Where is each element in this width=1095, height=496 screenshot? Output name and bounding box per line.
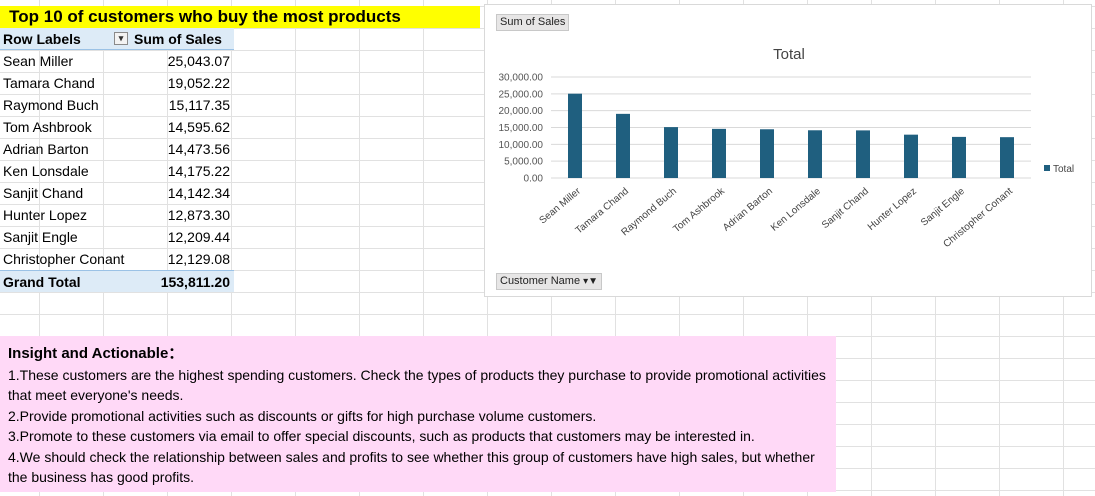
sales-value-cell: 19,052.22 xyxy=(167,75,230,91)
customer-name-cell: Raymond Buch xyxy=(3,97,99,113)
sales-value-cell: 14,473.56 xyxy=(167,141,230,157)
insight-box[interactable]: Insight and Actionable： 1.These customer… xyxy=(0,336,836,492)
sales-value-cell: 14,595.62 xyxy=(167,119,230,135)
sales-value-cell: 25,043.07 xyxy=(167,53,230,69)
customer-name-cell: Sanjit Chand xyxy=(3,185,84,201)
bar xyxy=(760,129,774,178)
insight-line-2: 2.Provide promotional activities such as… xyxy=(8,407,597,424)
sheet-title[interactable]: Top 10 of customers who buy the most pro… xyxy=(0,6,480,28)
table-row[interactable]: Adrian Barton 14,473.56 xyxy=(0,138,234,160)
grand-total-value: 153,811.20 xyxy=(160,274,230,290)
sales-value-cell: 15,117.35 xyxy=(168,97,230,113)
sheet-title-text: Top 10 of customers who buy the most pro… xyxy=(9,7,401,26)
customer-name-cell: Adrian Barton xyxy=(3,141,89,157)
row-labels-header: Row Labels xyxy=(3,31,81,47)
x-tick-label: Hunter Lopez xyxy=(866,186,919,233)
bar xyxy=(952,136,966,178)
sales-value-cell: 14,175.22 xyxy=(167,163,230,179)
table-row[interactable]: Ken Lonsdale 14,175.22 xyxy=(0,160,234,182)
customer-name-cell: Ken Lonsdale xyxy=(3,163,89,179)
x-tick-label: Ken Lonsdale xyxy=(769,186,823,234)
bar xyxy=(664,127,678,178)
sales-value-cell: 12,129.08 xyxy=(167,251,230,267)
table-row[interactable]: Sanjit Chand 14,142.34 xyxy=(0,182,234,204)
bar xyxy=(568,93,582,178)
customer-name-cell: Tamara Chand xyxy=(3,75,95,91)
table-row[interactable]: Tom Ashbrook 14,595.62 xyxy=(0,116,234,138)
customer-name-cell: Hunter Lopez xyxy=(3,207,88,223)
y-tick-label: 5,000.00 xyxy=(504,157,543,168)
insight-heading: Insight and Actionable： xyxy=(8,345,184,362)
customer-name-cell: Sean Miller xyxy=(3,53,74,69)
sales-value-cell: 12,873.30 xyxy=(167,207,230,223)
table-row[interactable]: Tamara Chand 19,052.22 xyxy=(0,72,234,94)
table-row[interactable]: Christopher Conant 12,129.08 xyxy=(0,248,234,270)
sales-value-cell: 12,209.44 xyxy=(167,229,230,245)
table-row[interactable]: Hunter Lopez 12,873.30 xyxy=(0,204,234,226)
x-tick-label: Sanjit Chand xyxy=(820,186,871,231)
table-row[interactable]: Raymond Buch 15,117.35 xyxy=(0,94,234,116)
sum-of-sales-header: Sum of Sales xyxy=(134,31,222,47)
pivot-chart[interactable]: Sum of Sales Customer Name ▾▼ Total 0.00 5… xyxy=(484,4,1092,297)
legend-label: Total xyxy=(1053,164,1074,175)
bar xyxy=(712,128,726,178)
legend-swatch xyxy=(1044,165,1050,171)
y-tick-label: 0.00 xyxy=(524,174,544,185)
table-row[interactable]: Sean Miller 25,043.07 xyxy=(0,50,234,72)
grand-total-row[interactable]: Grand Total 153,811.20 xyxy=(0,270,234,292)
pivot-header-row[interactable]: Row Labels ▾ Sum of Sales xyxy=(0,28,234,50)
bar xyxy=(616,113,630,178)
table-row[interactable]: Sanjit Engle 12,209.44 xyxy=(0,226,234,248)
bar xyxy=(856,130,870,178)
bar-chart-plot: Total 0.00 5,000.00 10,000.00 15,000.00 20,00… xyxy=(499,46,1075,250)
bar xyxy=(904,134,918,178)
customer-name-cell: Christopher Conant xyxy=(3,251,125,267)
filter-sort-icon[interactable]: ▾ xyxy=(114,32,128,45)
insight-line-4: 4.We should check the relationship betwe… xyxy=(8,448,815,486)
y-tick-label: 25,000.00 xyxy=(499,89,544,100)
x-tick-label: Sanjit Engle xyxy=(919,186,967,229)
bar xyxy=(808,130,822,178)
bar xyxy=(1000,137,1014,178)
y-tick-label: 15,000.00 xyxy=(499,123,544,134)
insight-line-3: 3.Promote to these customers via email t… xyxy=(8,428,755,444)
x-tick-label: Sean Miller xyxy=(538,185,584,226)
grand-total-label: Grand Total xyxy=(3,274,81,290)
chart-title: Total xyxy=(773,46,805,63)
sales-value-cell: 14,142.34 xyxy=(167,185,230,201)
y-tick-label: 10,000.00 xyxy=(499,140,544,151)
x-tick-label: Tom Ashbrook xyxy=(671,185,727,235)
x-tick-label: Adrian Barton xyxy=(721,186,775,234)
customer-name-cell: Sanjit Engle xyxy=(3,229,78,245)
customer-name-cell: Tom Ashbrook xyxy=(3,119,92,135)
y-tick-label: 30,000.00 xyxy=(499,73,544,84)
insight-line-1: 1.These customers are the highest spendi… xyxy=(8,366,826,404)
pivot-table[interactable]: Row Labels ▾ Sum of Sales Sean Miller 25,… xyxy=(0,28,234,292)
y-tick-label: 20,000.00 xyxy=(499,106,544,117)
